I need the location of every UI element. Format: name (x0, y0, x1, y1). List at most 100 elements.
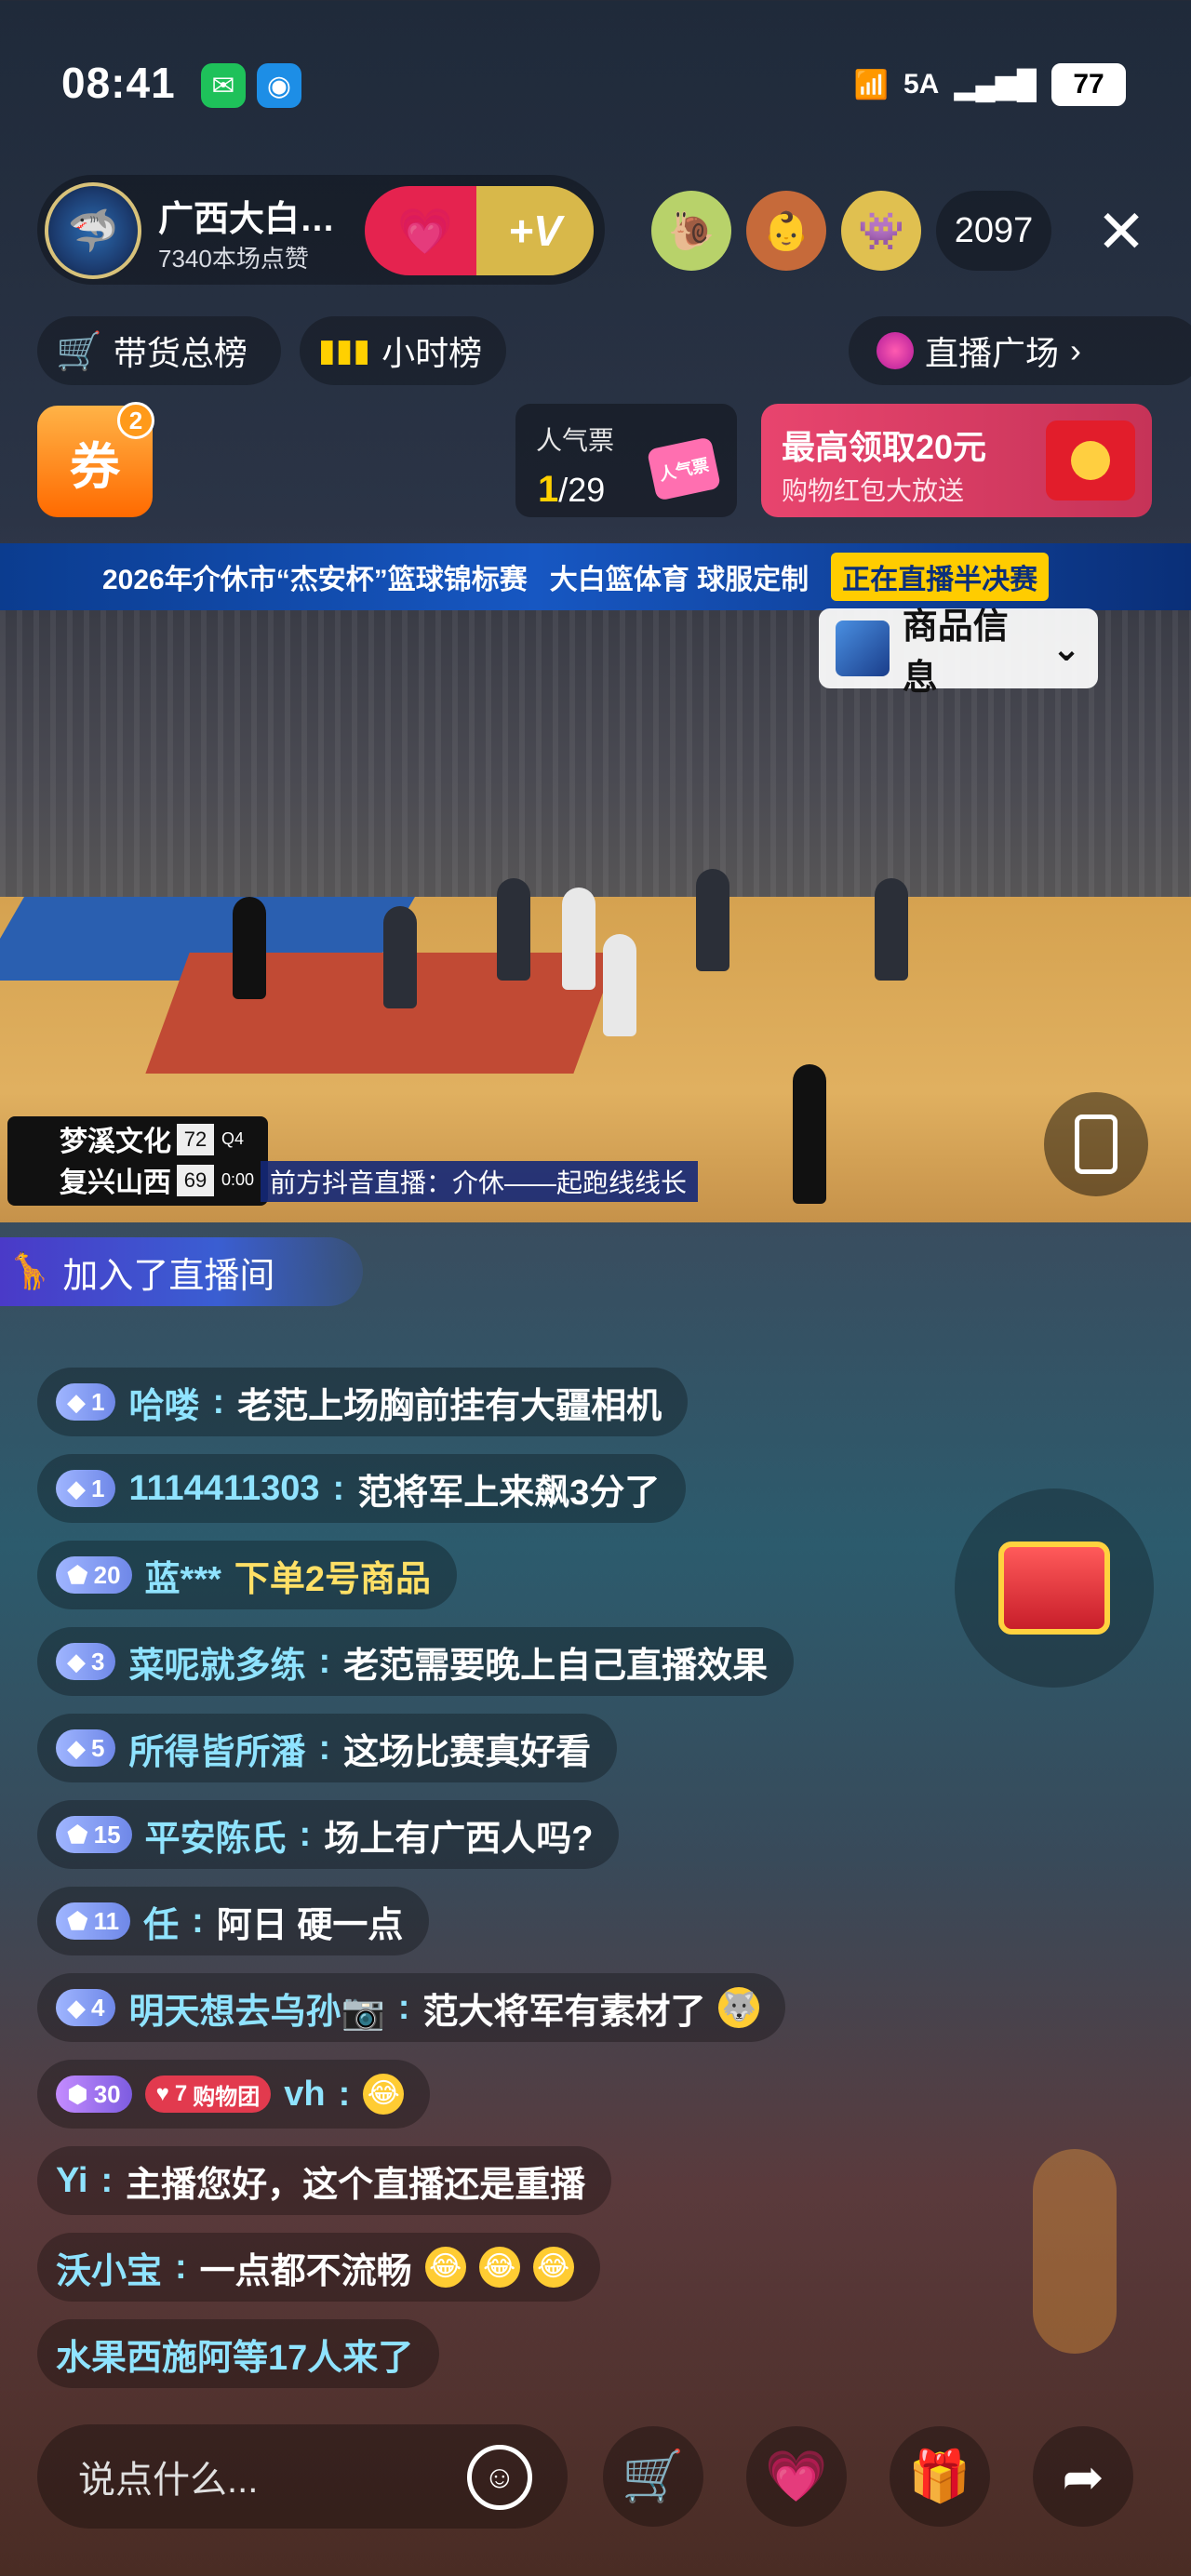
shopping-group-badge: ♥ 7 购物团 (144, 2075, 272, 2113)
live-plaza-chip[interactable]: 直播广场 › (849, 316, 1191, 385)
join-notice: 🦒 加入了直播间 (0, 1237, 363, 1306)
chat-message[interactable]: ◆ 4 明天想去乌孙📷: 范大将军有素材了 🐺 (37, 1973, 786, 2042)
level-badge: ⬟ 11 (56, 1902, 131, 1940)
viewer-avatar[interactable]: 🐌 (651, 191, 731, 271)
live-plaza-label: 直播广场 (925, 334, 1060, 372)
follow-button[interactable]: 💗 (365, 186, 486, 275)
team-score: 72 (177, 1124, 214, 1155)
chat-message[interactable]: ⬟ 15 平安陈氏: 场上有广西人吗? (37, 1800, 620, 1869)
player (603, 934, 636, 1036)
popularity-title: 人气票 (536, 426, 615, 455)
chat-message[interactable]: ◆ 5 所得皆所潘: 这场比赛真好看 (37, 1714, 618, 1782)
husky-emoji-icon: 🐺 (718, 1987, 760, 2028)
chat-text: 主播您好，这个直播还是重播 (126, 2165, 586, 2205)
arrival-text: 水果西施阿等17人来了 (56, 2338, 414, 2378)
player (562, 888, 596, 990)
red-packet-subtitle: 购物红包大放送 (782, 476, 965, 505)
vip-button[interactable]: +V (476, 186, 594, 275)
bar-chart-icon: ▮▮▮ (318, 333, 371, 368)
cart-icon: 🛒 (56, 330, 102, 372)
product-thumbnail (836, 621, 890, 676)
chat-username: 任 (143, 1905, 180, 1945)
banner-live: 正在直播半决赛 (831, 553, 1050, 601)
chat-message[interactable]: ⬟ 20 蓝*** 下单2号商品 (37, 1541, 458, 1609)
chat-username: 平安陈氏 (144, 1819, 287, 1859)
team-score: 69 (177, 1165, 214, 1196)
team-name: 复兴山西 (60, 1168, 171, 1198)
chevron-right-icon: › (1070, 331, 1082, 369)
popularity-rank: 1/29 (538, 469, 606, 510)
chat-message[interactable]: ◆ 1 哈喽: 老范上场胸前挂有大疆相机 (37, 1368, 689, 1436)
player (696, 869, 729, 971)
product-info-label: 商品信息 (902, 607, 1009, 698)
treasure-chest-icon[interactable] (955, 1488, 1154, 1688)
gift-icon[interactable]: 🎁 (890, 2426, 990, 2527)
level-badge: ◆ 1 (56, 1383, 116, 1421)
level-badge: ⬟ 15 (56, 1816, 132, 1853)
chat-username: 哈喽 (128, 1386, 200, 1426)
level-badge: ◆ 5 (56, 1729, 116, 1767)
chat-message[interactable]: ⬟ 11 任: 阿日 硬一点 (37, 1887, 430, 1955)
hourly-rank-label: 小时榜 (381, 334, 483, 372)
crying-laugh-emoji-icon: 😂 (424, 2247, 466, 2288)
game-clock: 0:00 (221, 1170, 255, 1189)
like-animation (1033, 2149, 1117, 2354)
chat-text: 阿日 硬一点 (216, 1905, 404, 1945)
video-ticker: 前方抖音直播：介休——起跑线线长 (261, 1161, 698, 1202)
network-label: 5A (903, 69, 940, 100)
chat-username: vh (284, 2074, 326, 2114)
browser-icon: ◉ (257, 63, 301, 108)
chat-text: 范将军上来飙3分了 (357, 1473, 661, 1513)
status-time: 08:41 (61, 59, 176, 107)
court-paint (145, 953, 618, 1074)
player (497, 878, 530, 981)
host-name: 广西大白… (158, 200, 336, 239)
chat-text: 老范需要晚上自己直播效果 (343, 1646, 769, 1686)
referee (233, 897, 266, 999)
sales-rank-chip[interactable]: 🛒 带货总榜 (37, 316, 281, 385)
chat-message[interactable]: Yi: 主播您好，这个直播还是重播 (37, 2146, 612, 2215)
chat-message[interactable]: ◆ 1 1114411303: 范将军上来飙3分了 (37, 1454, 687, 1523)
banner-sponsor: 大白篮体育 球服定制 (549, 565, 810, 595)
chat-text: 下单2号商品 (234, 1559, 432, 1599)
hourly-rank-chip[interactable]: ▮▮▮ 小时榜 (300, 316, 506, 385)
crying-laugh-emoji-icon: 😂 (363, 2074, 405, 2115)
plaza-icon (877, 332, 914, 369)
chat-message[interactable]: ◆ 3 菜呢就多练: 老范需要晚上自己直播效果 (37, 1627, 795, 1696)
level-badge: ⬟ 20 (56, 1556, 132, 1594)
player (383, 906, 417, 1008)
chat-text: 老范上场胸前挂有大疆相机 (237, 1386, 662, 1426)
viewer-avatar[interactable]: 👶 (746, 191, 826, 271)
host-avatar[interactable]: 🦈 (45, 182, 141, 279)
heart-icon[interactable]: 💗 (746, 2426, 847, 2527)
chat-message[interactable]: 沃小宝: 一点都不流畅 😂 😂 😂 (37, 2233, 600, 2302)
chat-text: 一点都不流畅 (199, 2251, 412, 2291)
chat-text: 场上有广西人吗? (324, 1819, 594, 1859)
chat-username: 菜呢就多练 (128, 1646, 306, 1686)
chat-text: 这场比赛真好看 (343, 1732, 592, 1772)
chat-username: 1114411303 (128, 1468, 320, 1508)
coupon-badge: 2 (117, 402, 154, 439)
emoji-icon[interactable]: ☺ (467, 2445, 532, 2510)
close-icon[interactable]: ✕ (1089, 199, 1154, 264)
chat-username: 沃小宝 (56, 2251, 163, 2291)
referee (793, 1064, 826, 1204)
live-video[interactable]: 2026年介休市“杰安杯”篮球锦标赛 大白篮体育 球服定制 正在直播半决赛 商品… (0, 543, 1191, 1222)
viewer-avatar[interactable]: 👾 (841, 191, 921, 271)
cart-icon[interactable]: 🛒 (603, 2426, 703, 2527)
level-badge: ◆ 3 (56, 1643, 116, 1680)
wechat-icon: ✉ (201, 63, 246, 108)
chat-username: 所得皆所潘 (128, 1732, 306, 1772)
viewer-count[interactable]: 2097 (936, 191, 1051, 271)
share-icon[interactable]: ➦ (1033, 2426, 1133, 2527)
join-notice-text: 加入了直播间 (62, 1256, 275, 1296)
chat-username: 蓝*** (144, 1559, 221, 1599)
rotate-screen-icon[interactable] (1044, 1092, 1148, 1196)
banner-title: 2026年介休市“杰安杯”篮球锦标赛 (102, 565, 528, 595)
player (875, 878, 908, 981)
product-info-button[interactable]: 商品信息 ⌄ (819, 607, 1098, 698)
comment-placeholder: 说点什么... (78, 2460, 259, 2501)
red-envelope-icon (1046, 420, 1135, 501)
period: Q4 (221, 1129, 245, 1148)
chat-message[interactable]: ⬢ 30 ♥ 7 购物团 vh: 😂 (37, 2060, 431, 2129)
